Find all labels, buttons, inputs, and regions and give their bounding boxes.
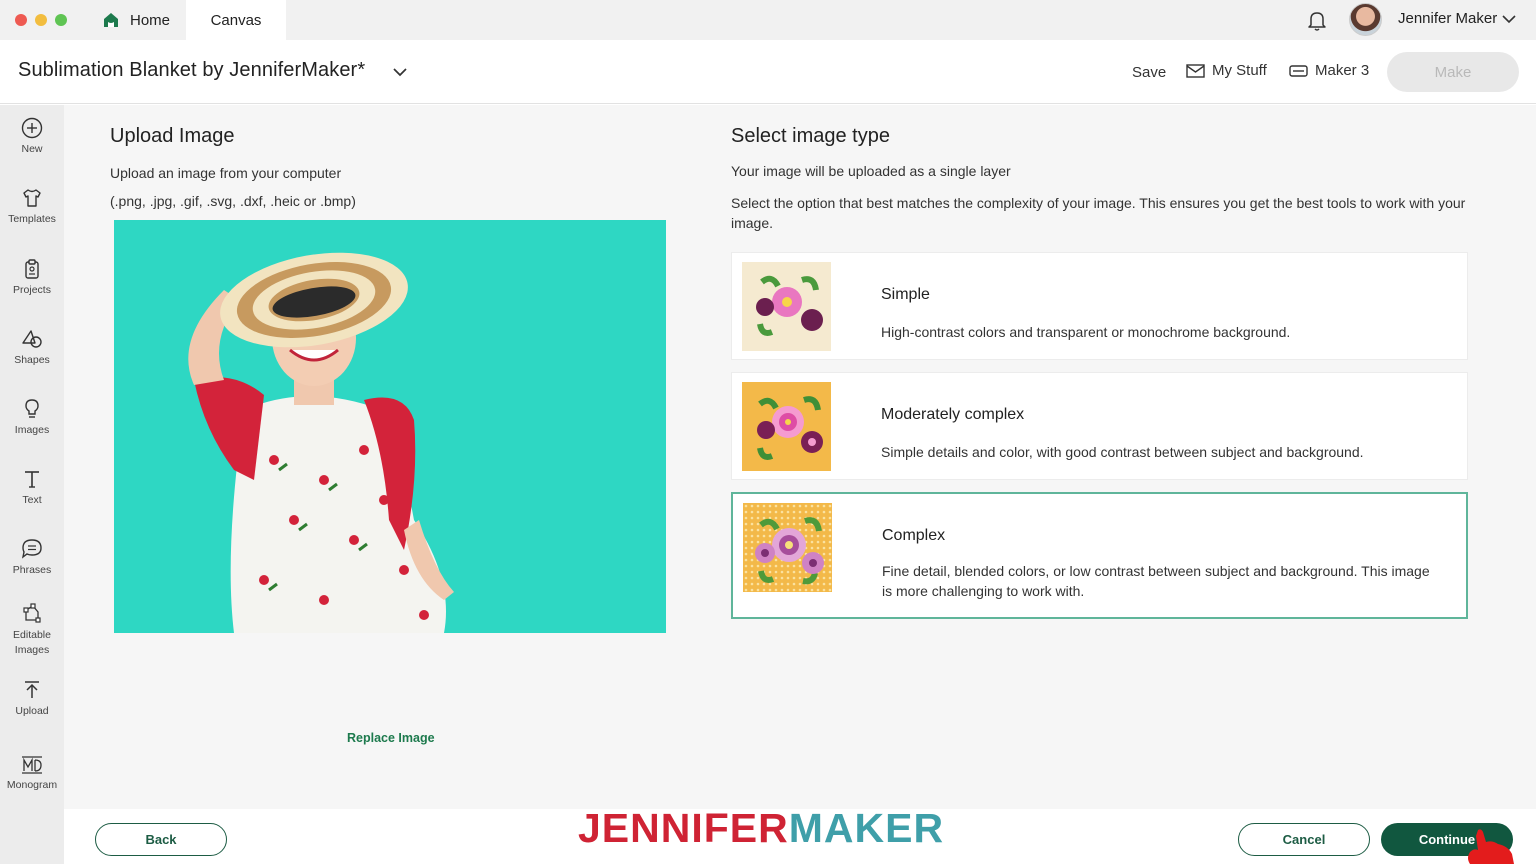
cutting-machine-icon (1289, 64, 1308, 77)
monogram-icon (22, 756, 42, 774)
left-sidebar: New Templates Projects Shapes Images Tex… (0, 105, 64, 864)
envelope-icon (1186, 63, 1205, 78)
image-type-title: Select image type (731, 125, 890, 147)
sidebar-item-editable-images[interactable]: Editable Images (0, 602, 64, 658)
minimize-window-button[interactable] (35, 14, 47, 26)
maximize-window-button[interactable] (55, 14, 67, 26)
chevron-down-icon[interactable] (392, 64, 408, 80)
lightbulb-icon (25, 399, 39, 418)
sidebar-item-label: New (21, 143, 43, 155)
sidebar-item-label: Templates (8, 213, 56, 225)
sidebar-item-label: Projects (13, 284, 51, 296)
machine-label: Maker 3 (1315, 62, 1370, 79)
close-window-button[interactable] (15, 14, 27, 26)
jennifermaker-logo: JENNIFERMAKER (578, 805, 944, 852)
save-button[interactable]: Save (1132, 64, 1166, 81)
speech-bubble-icon (21, 539, 42, 559)
tab-home-label: Home (130, 11, 171, 29)
project-header: Sublimation Blanket by JenniferMaker* Sa… (0, 40, 1536, 104)
sidebar-item-phrases[interactable]: Phrases (0, 538, 64, 576)
text-icon (25, 471, 39, 488)
upload-icon (25, 681, 39, 698)
user-name[interactable]: Jennifer Maker (1398, 10, 1497, 27)
image-type-description: Your image will be uploaded as a single … (731, 163, 1011, 179)
make-button[interactable]: Make (1387, 52, 1519, 92)
sidebar-item-label: Phrases (12, 564, 52, 576)
cancel-button[interactable]: Cancel (1238, 823, 1370, 856)
sidebar-item-monogram[interactable]: Monogram (0, 753, 64, 791)
shapes-icon (22, 330, 42, 348)
option-title: Simple (881, 286, 930, 303)
avatar[interactable] (1349, 3, 1382, 36)
sidebar-item-text[interactable]: Text (0, 468, 64, 506)
sidebar-item-label: Text (22, 494, 42, 506)
sidebar-item-label: Upload (15, 705, 49, 717)
upload-formats: (.png, .jpg, .gif, .svg, .dxf, .heic or … (110, 193, 356, 209)
option-description: High-contrast colors and transparent or … (881, 324, 1291, 340)
bell-icon[interactable] (1305, 8, 1329, 32)
sidebar-item-new[interactable]: New (0, 117, 64, 155)
logo-part2: MAKER (788, 805, 945, 851)
option-description: Fine detail, blended colors, or low cont… (882, 563, 1430, 599)
upload-title: Upload Image (110, 125, 235, 147)
sidebar-item-label: Monogram (6, 779, 58, 791)
logo-part1: JENNIFER (578, 805, 789, 851)
my-stuff-button[interactable]: My Stuff (1186, 62, 1267, 79)
option-title: Complex (882, 527, 946, 544)
sidebar-item-images[interactable]: Images (0, 398, 64, 436)
sidebar-item-label: Editable Images (13, 629, 51, 656)
simple-flower-thumbnail (742, 262, 831, 351)
woman-in-sunhat-photo (114, 220, 666, 633)
sidebar-item-upload[interactable]: Upload (0, 679, 64, 717)
option-moderately-complex[interactable]: Moderately complex Simple details and co… (731, 372, 1468, 480)
sidebar-item-templates[interactable]: Templates (0, 187, 64, 225)
project-title[interactable]: Sublimation Blanket by JenniferMaker* (18, 59, 365, 82)
sidebar-item-label: Shapes (14, 354, 50, 366)
clipboard-icon (25, 259, 39, 279)
shirt-icon (23, 189, 41, 207)
sidebar-item-shapes[interactable]: Shapes (0, 328, 64, 366)
sidebar-item-projects[interactable]: Projects (0, 258, 64, 296)
plus-circle-icon (21, 117, 43, 139)
tab-canvas[interactable]: Canvas (186, 0, 286, 40)
sidebar-item-label: Images (14, 424, 50, 436)
uploaded-image-preview (114, 220, 666, 633)
editable-image-icon (23, 603, 41, 623)
option-description: Simple details and color, with good cont… (881, 444, 1364, 460)
pointing-hand-icon (1468, 829, 1514, 864)
home-icon (104, 13, 118, 27)
option-simple[interactable]: Simple High-contrast colors and transpar… (731, 252, 1468, 360)
chevron-down-icon[interactable] (1500, 10, 1518, 28)
my-stuff-label: My Stuff (1212, 62, 1267, 79)
upload-description: Upload an image from your computer (110, 165, 342, 181)
window-titlebar: Home Canvas Jennifer Maker (0, 0, 1536, 40)
back-button[interactable]: Back (95, 823, 227, 856)
tab-home[interactable]: Home (88, 0, 196, 40)
option-title: Moderately complex (881, 406, 1025, 423)
option-complex[interactable]: Complex Fine detail, blended colors, or … (731, 492, 1468, 619)
moderate-flower-thumbnail (742, 382, 831, 471)
image-type-instructions: Select the option that best matches the … (731, 195, 1466, 231)
tab-canvas-label: Canvas (210, 11, 262, 29)
replace-image-link[interactable]: Replace Image (347, 731, 435, 745)
machine-selector[interactable]: Maker 3 (1289, 62, 1369, 79)
complex-flower-thumbnail (743, 503, 832, 592)
